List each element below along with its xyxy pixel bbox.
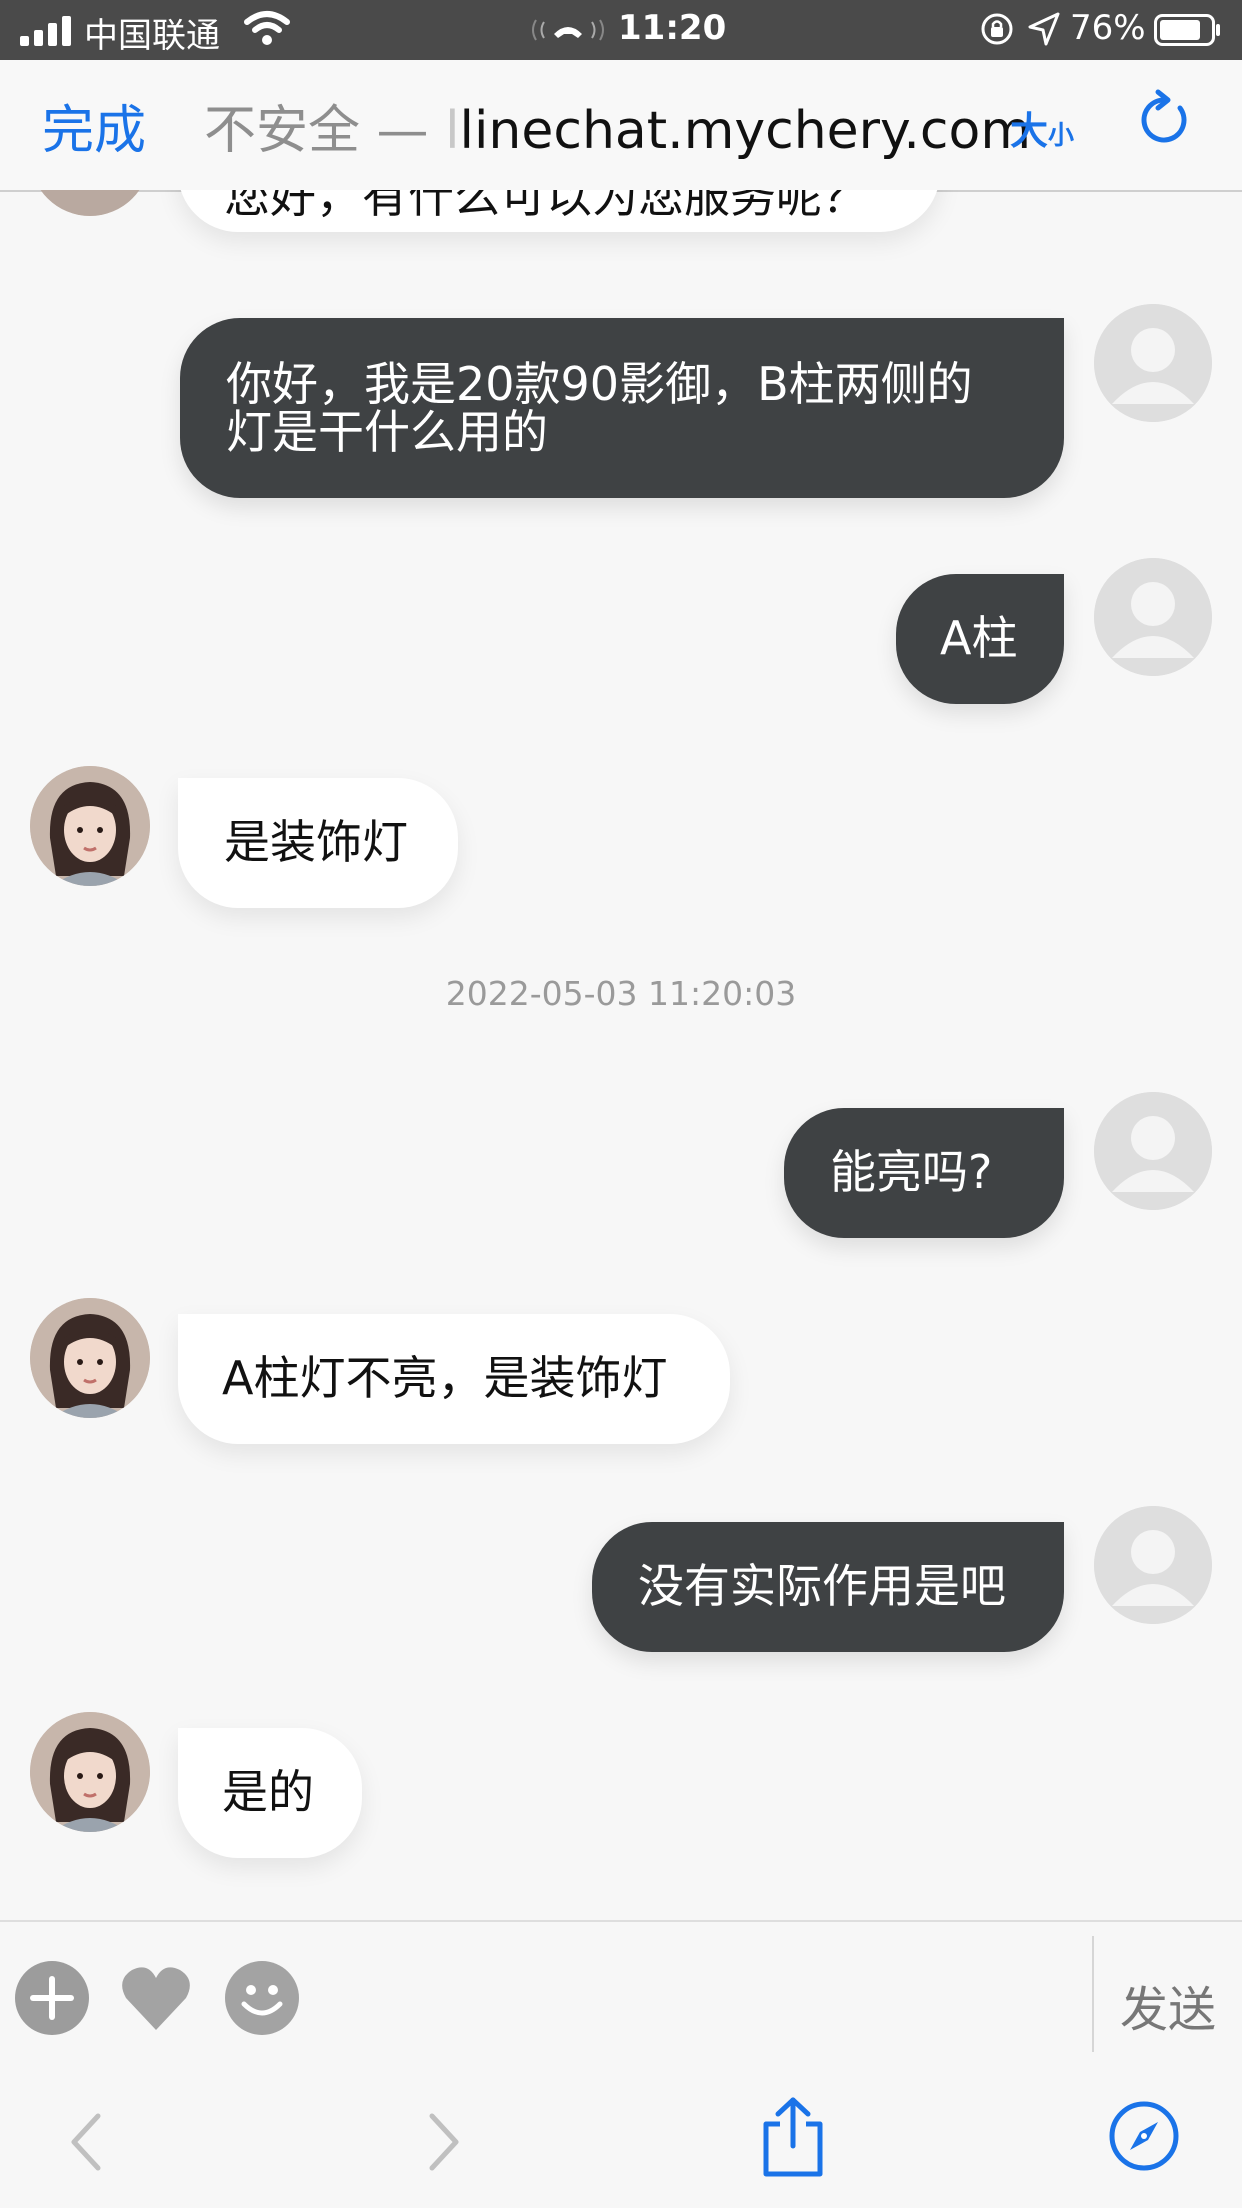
back-icon[interactable] — [66, 2112, 106, 2172]
battery-icon — [1154, 14, 1220, 46]
status-bar: 中国联通 11:20 76% — [0, 0, 1242, 60]
message-timestamp: 2022-05-03 11:20:03 — [445, 974, 797, 1013]
message-bubble-agent: A柱灯不亮，是装饰灯 — [178, 1314, 730, 1444]
message-text: 是装饰灯 — [224, 815, 408, 869]
message-text: A柱灯不亮，是装饰灯 — [222, 1351, 668, 1405]
agent-avatar — [30, 190, 150, 216]
default-user-icon — [1094, 304, 1212, 422]
agent-portrait-icon — [30, 1712, 150, 1832]
text-size-small: 小 — [1048, 121, 1075, 151]
emoji-icon[interactable] — [224, 1960, 300, 2036]
agent-avatar — [30, 766, 150, 886]
message-input[interactable] — [324, 1942, 1084, 2058]
message-bubble-agent: 您好，有什么可以为您服务呢？ — [178, 190, 940, 232]
divider — [1092, 1936, 1094, 2052]
message-bubble-agent: 是的 — [178, 1728, 362, 1858]
user-avatar — [1094, 1092, 1212, 1210]
compass-icon[interactable] — [1108, 2100, 1180, 2172]
carrier-name: 中国联通 — [84, 16, 220, 56]
not-secure-label: 不安全 — — [204, 101, 429, 161]
agent-portrait-icon — [30, 1298, 150, 1418]
battery-percent: 76% — [1070, 8, 1146, 48]
message-bubble-user: 你好，我是20款90影御，B柱两侧的 灯是干什么用的 — [180, 318, 1064, 498]
user-avatar — [1094, 1506, 1212, 1624]
user-avatar — [1094, 304, 1212, 422]
message-bubble-user: 能亮吗? — [784, 1108, 1064, 1238]
forward-icon[interactable] — [424, 2112, 464, 2172]
default-user-icon — [1094, 558, 1212, 676]
send-button[interactable]: 发送 — [1120, 1970, 1216, 2040]
chat-transcript[interactable]: 您好，有什么可以为您服务呢？ 你好，我是20款90影御，B柱两侧的 灯是干什么用… — [0, 190, 1242, 1920]
agent-portrait-icon — [30, 766, 150, 886]
user-avatar — [1094, 558, 1212, 676]
message-bubble-user: 没有实际作用是吧 — [592, 1522, 1064, 1652]
signal-icon — [20, 16, 71, 46]
message-composer: 发送 — [0, 1920, 1242, 2080]
clock: 11:20 — [618, 8, 727, 48]
orientation-lock-icon — [981, 13, 1013, 45]
address-fade: l — [445, 101, 460, 161]
heart-icon[interactable] — [118, 1960, 194, 2036]
done-button[interactable]: 完成 — [42, 88, 146, 163]
message-bubble-agent: 是装饰灯 — [178, 778, 458, 908]
message-text: 您好，有什么可以为您服务呢？ — [224, 190, 868, 223]
wifi-icon — [244, 11, 290, 45]
message-text-line: 你好，我是20款90影御，B柱两侧的 — [226, 357, 973, 411]
message-text: A柱 — [940, 611, 1018, 665]
message-text: 没有实际作用是吧 — [638, 1559, 1006, 1613]
agent-avatar — [30, 1712, 150, 1832]
agent-avatar — [30, 1298, 150, 1418]
message-text-line: 灯是干什么用的 — [226, 405, 548, 459]
default-user-icon — [1094, 1092, 1212, 1210]
text-size-button[interactable]: 大小 — [1010, 100, 1074, 155]
text-size-big: 大 — [1010, 109, 1049, 153]
browser-toolbar — [0, 2076, 1242, 2208]
plus-circle-icon[interactable] — [14, 1960, 90, 2036]
call-in-progress-icon — [532, 19, 604, 41]
message-bubble-user: A柱 — [896, 574, 1064, 704]
address-domain: linechat.mychery.com — [459, 101, 1031, 161]
share-icon[interactable] — [758, 2096, 828, 2178]
reload-icon[interactable] — [1136, 88, 1192, 150]
default-user-icon — [1094, 1506, 1212, 1624]
browser-top-bar: 完成 不安全 — llinechat.mychery.com 大小 — [0, 60, 1242, 192]
message-text: 是的 — [222, 1765, 314, 1819]
address-bar[interactable]: 不安全 — llinechat.mychery.com — [204, 88, 1031, 163]
location-icon — [1028, 12, 1060, 46]
message-text: 能亮吗? — [830, 1145, 993, 1199]
